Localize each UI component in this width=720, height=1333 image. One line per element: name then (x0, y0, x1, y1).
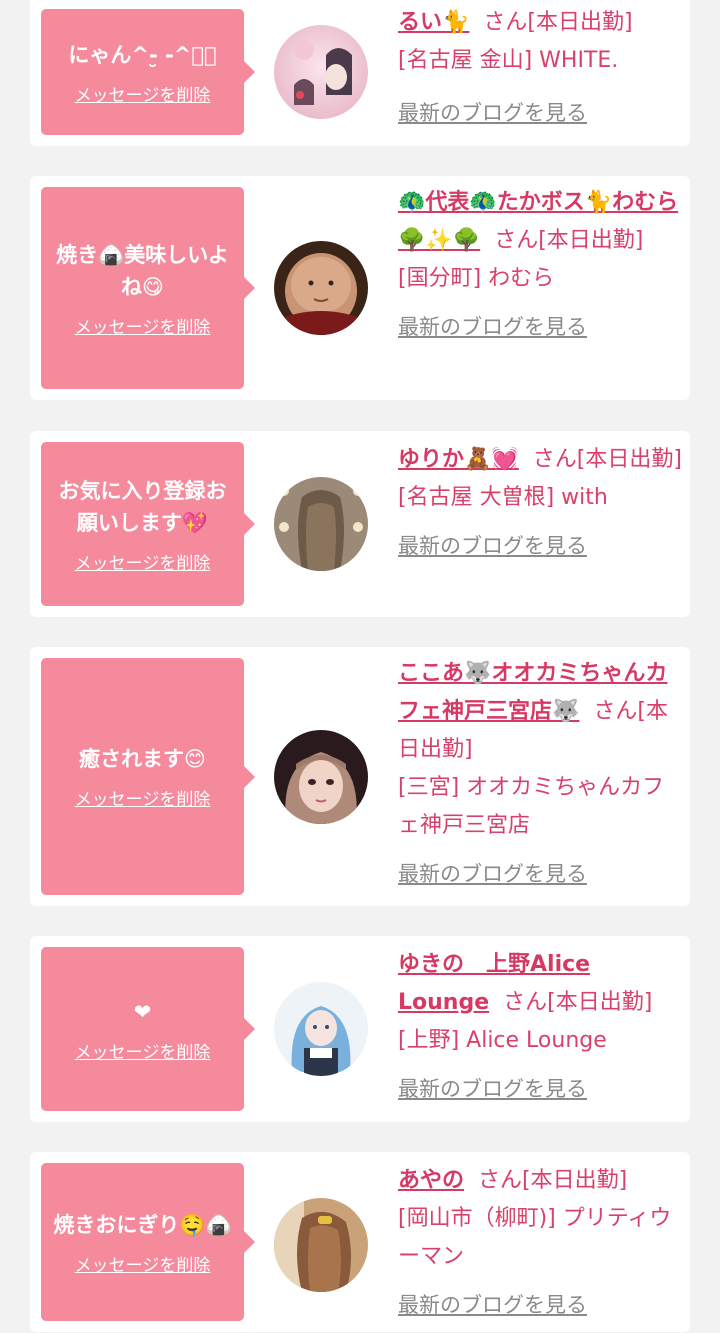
favorite-card: にゃん^-̮ -^ฅ゙ メッセージを削除 るい🐈 さん[本日出勤] [名古屋 金山… (30, 0, 690, 146)
latest-blog-link[interactable]: 最新のブログを見る (398, 1070, 686, 1108)
user-info: ここあ🐺オオカミちゃんカフェ神戸三宮店🐺 さん[本日出勤] [三宮] オオカミちゃ… (398, 655, 686, 893)
work-status: さん[本日出勤] (478, 1168, 628, 1193)
avatar[interactable] (274, 1198, 368, 1292)
message-text: 癒されます😊 (79, 747, 206, 771)
favorite-card: 焼き🍙美味しいよね😋 メッセージを削除 🦚代表🦚たかボス🐈わむら🌳✨🌳 さん[本日… (30, 176, 690, 400)
delete-message-link[interactable]: メッセージを削除 (75, 81, 211, 106)
user-info: あやの さん[本日出勤] [岡山市（柳町)] プリティウーマン 最新のブログを見る (398, 1162, 686, 1324)
favorite-card: ❤ メッセージを削除 ゆきの 上野Alice Lounge さん[本日出勤] [上… (30, 936, 690, 1122)
work-status: さん[本日出勤] (503, 990, 653, 1015)
user-info: るい🐈 さん[本日出勤] [名古屋 金山] WHITE. 最新のブログを見る (398, 4, 686, 132)
user-name-link[interactable]: あやの (398, 1168, 464, 1193)
avatar[interactable] (274, 730, 368, 824)
work-status: さん[本日出勤] (532, 447, 682, 472)
work-status: さん[本日出勤] (494, 228, 644, 253)
delete-message-link[interactable]: メッセージを削除 (75, 785, 211, 810)
user-name-link[interactable]: るい🐈 (398, 10, 469, 35)
message-bubble: 癒されます😊 メッセージを削除 (41, 658, 255, 895)
message-bubble: ❤ メッセージを削除 (41, 947, 255, 1111)
avatar[interactable] (274, 241, 368, 335)
delete-message-link[interactable]: メッセージを削除 (75, 1038, 211, 1063)
shop-name: [三宮] オオカミちゃんカフェ神戸三宮店 (398, 775, 665, 838)
delete-message-link[interactable]: メッセージを削除 (75, 549, 211, 574)
shop-name: [名古屋 金山] WHITE. (398, 48, 619, 73)
user-info: ゆきの 上野Alice Lounge さん[本日出勤] [上野] Alice Lo… (398, 946, 686, 1108)
user-info: ゆりか🧸💓 さん[本日出勤] [名古屋 大曽根] with 最新のブログを見る (398, 441, 686, 565)
message-text: 焼き🍙美味しいよね😋 (56, 242, 229, 299)
message-text: 焼きおにぎり🤤🍙 (53, 1212, 232, 1237)
message-text: お気に入り登録お願いします💖 (58, 478, 227, 535)
message-text: にゃん^-̮ -^ฅ゙ (68, 42, 217, 67)
user-info: 🦚代表🦚たかボス🐈わむら🌳✨🌳 さん[本日出勤] [国分町] わむら 最新のブログ… (398, 184, 686, 346)
message-text: ❤ (133, 999, 152, 1024)
latest-blog-link[interactable]: 最新のブログを見る (398, 308, 686, 346)
latest-blog-link[interactable]: 最新のブログを見る (398, 94, 686, 132)
message-bubble: にゃん^-̮ -^ฅ゙ メッセージを削除 (41, 9, 255, 135)
delete-message-link[interactable]: メッセージを削除 (75, 313, 211, 338)
message-bubble: お気に入り登録お願いします💖 メッセージを削除 (41, 442, 255, 606)
avatar[interactable] (274, 982, 368, 1076)
shop-name: [岡山市（柳町)] プリティウーマン (398, 1206, 672, 1269)
delete-message-link[interactable]: メッセージを削除 (75, 1251, 211, 1276)
avatar[interactable] (274, 25, 368, 119)
message-bubble: 焼き🍙美味しいよね😋 メッセージを削除 (41, 187, 255, 389)
latest-blog-link[interactable]: 最新のブログを見る (398, 855, 686, 893)
latest-blog-link[interactable]: 最新のブログを見る (398, 1286, 686, 1324)
message-bubble: 焼きおにぎり🤤🍙 メッセージを削除 (41, 1163, 255, 1321)
shop-name: [国分町] わむら (398, 266, 555, 291)
favorite-card: お気に入り登録お願いします💖 メッセージを削除 ゆりか🧸💓 さん[本日出勤] [名… (30, 431, 690, 617)
shop-name: [名古屋 大曽根] with (398, 485, 608, 510)
user-name-link[interactable]: ゆりか🧸💓 (398, 447, 519, 472)
latest-blog-link[interactable]: 最新のブログを見る (398, 527, 686, 565)
avatar[interactable] (274, 477, 368, 571)
work-status: さん[本日出勤] (483, 10, 633, 35)
favorite-card: 癒されます😊 メッセージを削除 ここあ🐺オオカミちゃんカフェ神戸三宮店🐺 さん[本… (30, 647, 690, 906)
favorite-card: 焼きおにぎり🤤🍙 メッセージを削除 あやの さん[本日出勤] [岡山市（柳町)] … (30, 1152, 690, 1332)
shop-name: [上野] Alice Lounge (398, 1028, 607, 1053)
